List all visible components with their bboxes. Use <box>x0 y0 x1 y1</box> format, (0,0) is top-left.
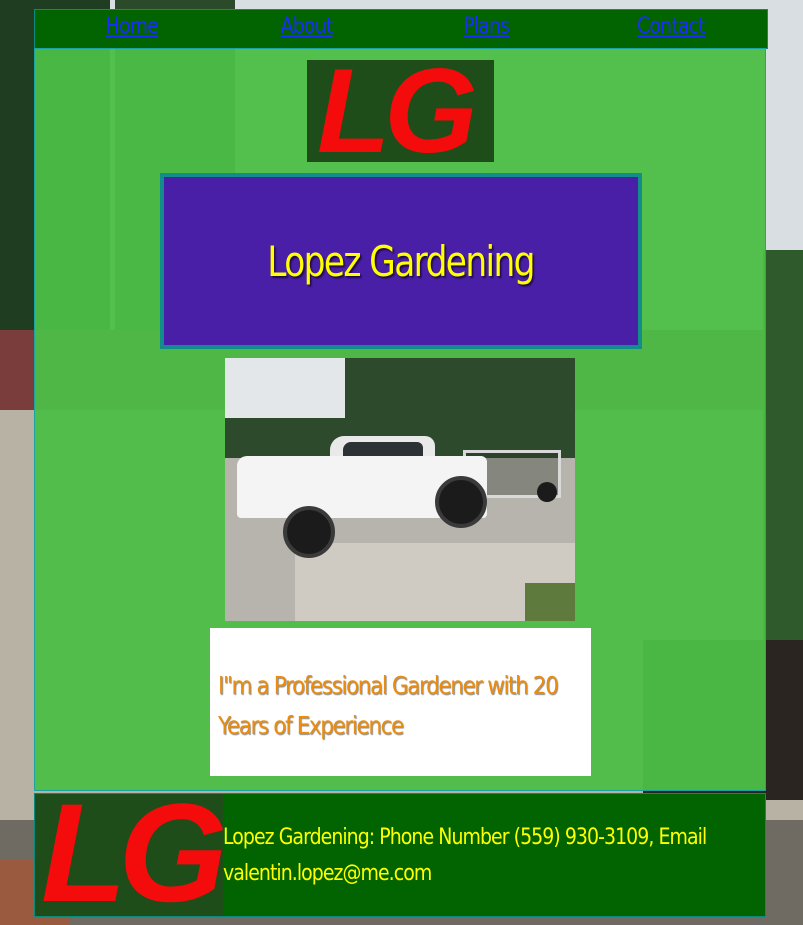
contact-info: Lopez Gardening: Phone Number (559) 930-… <box>223 825 707 886</box>
photo-trailer-wheel <box>537 482 557 502</box>
photo-grass <box>525 583 575 621</box>
top-nav: Home About Plans Contact <box>34 9 768 49</box>
footer-logo-text: LG <box>41 794 223 916</box>
footer-logo: LG <box>35 794 223 916</box>
photo-sky <box>225 358 345 418</box>
experience-text: I"m a Professional Gardener with 20 Year… <box>218 671 559 740</box>
nav-link-about[interactable]: About <box>281 14 334 39</box>
photo-truck-wheel-front <box>283 506 335 558</box>
nav-link-plans[interactable]: Plans <box>463 14 510 39</box>
nav-link-home[interactable]: Home <box>106 14 159 39</box>
photo-truck-wheel-rear <box>435 476 487 528</box>
experience-blurb: I"m a Professional Gardener with 20 Year… <box>210 628 591 776</box>
background-tree-right <box>763 250 803 680</box>
logo-text: LG <box>317 60 478 162</box>
nav-link-contact[interactable]: Contact <box>637 14 706 39</box>
footer: LG Lopez Gardening: Phone Number (559) 9… <box>34 793 766 917</box>
header-logo: LG <box>307 60 494 162</box>
hero-title-box: Lopez Gardening <box>160 173 642 349</box>
truck-photo <box>225 358 575 621</box>
page-title: Lopez Gardening <box>267 236 536 286</box>
